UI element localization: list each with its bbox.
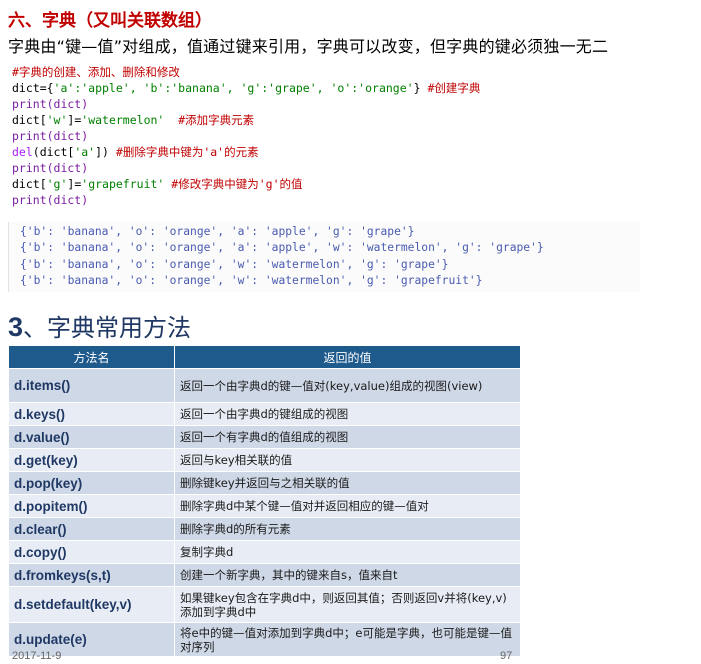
code-text: (dict[ — [32, 145, 75, 159]
method-name: d.pop(key) — [8, 471, 175, 495]
code-text: dict[ — [12, 113, 47, 127]
method-description: 创建一个新字典，其中的键来自s，值来自t — [174, 563, 521, 587]
code-string: 'watermelon' — [81, 113, 165, 127]
table-row: d.clear() 删除字典d的所有元素 — [8, 517, 521, 541]
table-row: d.popitem() 删除字典d中某个键—值对并返回相应的键—值对 — [8, 494, 521, 518]
code-string: 'a' — [74, 145, 96, 159]
code-print: print(dict) — [12, 129, 89, 143]
output-line: {'b': 'banana', 'o': 'orange', 'w': 'wat… — [20, 257, 449, 271]
code-text: ]= — [67, 177, 82, 191]
code-comment: #创建字典 — [427, 81, 481, 95]
method-name: d.setdefault(key,v) — [8, 586, 175, 623]
method-name: d.keys() — [8, 402, 175, 426]
table-row: d.fromkeys(s,t) 创建一个新字典，其中的键来自s，值来自t — [8, 563, 521, 587]
code-comment: #删除字典中键为'a'的元素 — [115, 145, 259, 159]
code-keyword: del — [12, 145, 33, 159]
table-row: d.keys() 返回一个由字典d的键组成的视图 — [8, 402, 521, 426]
method-description: 复制字典d — [174, 540, 521, 564]
method-description: 返回一个由字典d的键组成的视图 — [174, 402, 521, 426]
methods-table: 方法名 返回的值 d.items() 返回一个由字典d的键—值对(key,val… — [8, 345, 521, 657]
page-number: 97 — [500, 650, 513, 662]
table-header-row: 方法名 返回的值 — [8, 345, 521, 369]
section-6-title: 六、字典（又叫关联数组） — [8, 11, 212, 31]
section-number: 3 — [8, 312, 24, 342]
table-row: d.update(e) 将e中的键—值对添加到字典d中；e可能是字典，也可能是键… — [8, 622, 521, 657]
code-string: 'a':'apple', 'b':'banana', 'g':'grape', … — [53, 81, 414, 95]
code-print: print(dict) — [12, 161, 89, 175]
section-3-title: 3 、字典常用方法 — [8, 308, 191, 343]
method-description: 返回一个有字典d的值组成的视图 — [174, 425, 521, 449]
intro-text: 字典由“键—值”对组成，值通过键来引用，字典可以改变，但字典的键必须独一无二 — [8, 37, 609, 56]
method-description: 返回与key相关联的值 — [174, 448, 521, 472]
code-text: } — [413, 81, 421, 95]
method-name: d.fromkeys(s,t) — [8, 563, 175, 587]
code-comment: #添加字典元素 — [178, 113, 255, 127]
output-line: {'b': 'banana', 'o': 'orange', 'w': 'wat… — [20, 274, 483, 288]
footer-date: 2017-11-9 — [12, 650, 62, 662]
section-heading: 、字典常用方法 — [23, 314, 192, 342]
code-block: #字典的创建、添加、删除和修改 dict={'a':'apple', 'b':'… — [12, 64, 480, 208]
table-row: d.pop(key) 删除键key并返回与之相关联的值 — [8, 471, 521, 495]
output-line: {'b': 'banana', 'o': 'orange', 'a': 'app… — [20, 241, 544, 255]
method-description: 删除键key并返回与之相关联的值 — [174, 471, 521, 495]
table-row: d.items() 返回一个由字典d的键—值对(key,value)组成的视图(… — [8, 368, 521, 403]
code-text: ]) — [95, 145, 109, 159]
method-name: d.clear() — [8, 517, 175, 541]
method-description: 如果键key包含在字典d中，则返回其值；否则返回v并将(key,v)添加到字典d… — [174, 586, 521, 623]
code-print: print(dict) — [12, 193, 89, 207]
column-header: 返回的值 — [174, 345, 521, 369]
code-print: print(dict) — [12, 97, 89, 111]
method-description: 删除字典d的所有元素 — [174, 517, 521, 541]
code-comment: #字典的创建、添加、删除和修改 — [12, 65, 180, 79]
code-text: dict[ — [12, 177, 47, 191]
method-description: 删除字典d中某个键—值对并返回相应的键—值对 — [174, 494, 521, 518]
column-header: 方法名 — [8, 345, 175, 369]
method-description: 将e中的键—值对添加到字典d中；e可能是字典，也可能是键—值对序列 — [174, 622, 521, 657]
code-string: 'g' — [46, 177, 68, 191]
method-name: d.get(key) — [8, 448, 175, 472]
output-line: {'b': 'banana', 'o': 'orange', 'a': 'app… — [20, 225, 415, 238]
table-row: d.value() 返回一个有字典d的值组成的视图 — [8, 425, 521, 449]
code-string: 'grapefruit' — [81, 177, 165, 191]
method-name: d.copy() — [8, 540, 175, 564]
code-string: 'w' — [46, 113, 68, 127]
table-row: d.setdefault(key,v) 如果键key包含在字典d中，则返回其值；… — [8, 586, 521, 623]
method-description: 返回一个由字典d的键—值对(key,value)组成的视图(view) — [174, 368, 521, 403]
code-comment: #修改字典中键为'g'的值 — [171, 177, 303, 191]
output-panel: {'b': 'banana', 'o': 'orange', 'a': 'app… — [8, 222, 640, 292]
code-text: ]= — [67, 113, 82, 127]
table-row: d.copy() 复制字典d — [8, 540, 521, 564]
method-name: d.value() — [8, 425, 175, 449]
method-name: d.popitem() — [8, 494, 175, 518]
output-lines: {'b': 'banana', 'o': 'orange', 'a': 'app… — [20, 224, 544, 290]
method-name: d.items() — [8, 368, 175, 403]
code-text: dict={ — [12, 81, 54, 95]
table-row: d.get(key) 返回与key相关联的值 — [8, 448, 521, 472]
